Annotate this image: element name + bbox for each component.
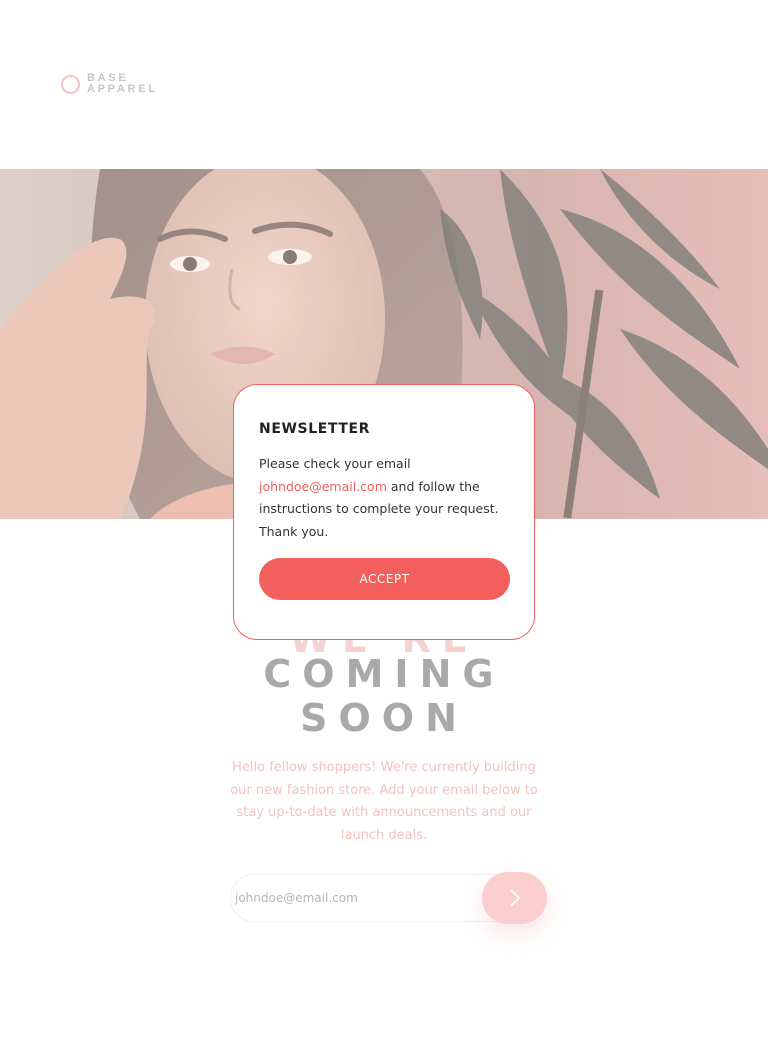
modal-title: NEWSLETTER [259, 421, 371, 437]
page: BASE APPAREL COMING SOON Hello fellow sh… [0, 0, 768, 1038]
accept-button[interactable]: ACCEPT [259, 558, 510, 600]
modal-body-before: Please check your email [259, 456, 411, 471]
newsletter-modal: NEWSLETTER Please check your email johnd… [233, 384, 535, 640]
modal-body: Please check your email johndoe@email.co… [259, 453, 509, 543]
modal-email: johndoe@email.com [259, 478, 387, 494]
